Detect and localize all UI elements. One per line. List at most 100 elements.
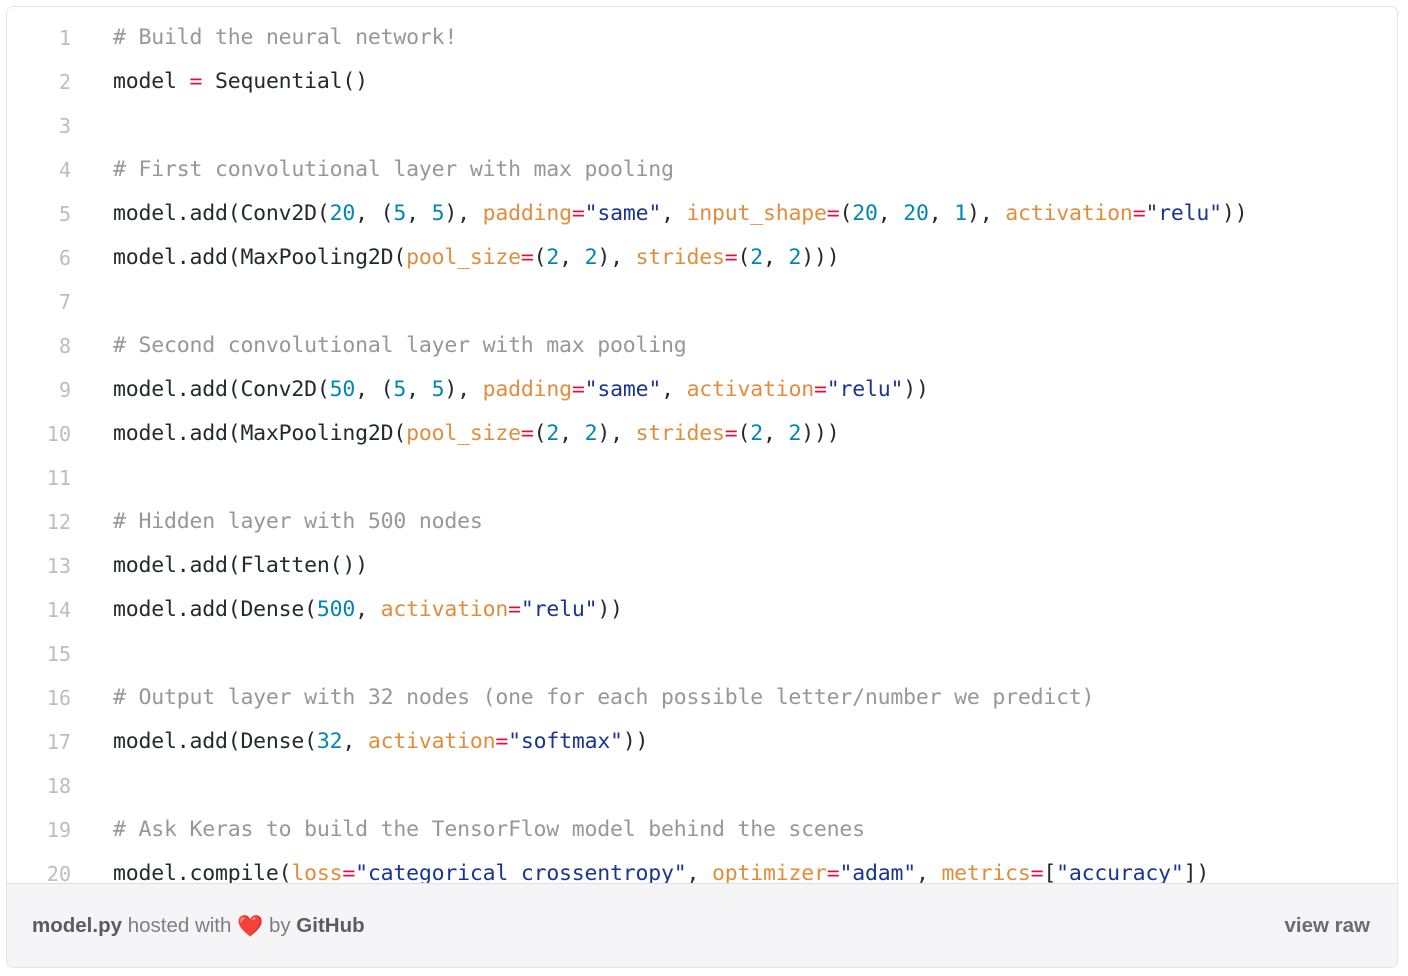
code-line-row: 6 model.add(MaxPooling2D(pool_size=(2, 2)… xyxy=(7,236,1397,280)
code-line-content[interactable] xyxy=(93,456,1397,500)
code-token: = xyxy=(571,377,585,402)
code-token: "categorical_crossentropy" xyxy=(355,861,687,883)
code-scroll-area[interactable]: 1 # Build the neural network! 2 model = Seq… xyxy=(7,7,1397,883)
code-line-content[interactable]: # Build the neural network! xyxy=(93,16,1397,60)
code-line-content[interactable]: model.add(Dense(500, activation="relu")) xyxy=(93,588,1397,632)
code-token: ), xyxy=(597,245,636,270)
code-token: 2 xyxy=(788,421,802,446)
code-token: = xyxy=(571,201,585,226)
code-line-row: 16 # Output layer with 32 nodes (one for … xyxy=(7,676,1397,720)
code-token: , xyxy=(342,729,368,754)
code-token: , xyxy=(877,201,904,226)
code-token: 500 xyxy=(316,597,356,622)
code-token: = xyxy=(826,201,840,226)
line-number: 5 xyxy=(58,202,71,226)
code-token: "relu" xyxy=(1145,201,1222,226)
code-token: model.add(MaxPooling2D( xyxy=(113,421,407,446)
code-token: = xyxy=(724,245,738,270)
code-line-row: 3 xyxy=(7,104,1397,148)
code-line-content[interactable]: # Hidden layer with 500 nodes xyxy=(93,500,1397,544)
code-token: )) xyxy=(1221,201,1248,226)
code-token: 2 xyxy=(788,245,802,270)
code-token: , ( xyxy=(355,377,394,402)
code-body: 1 # Build the neural network! 2 model = Seq… xyxy=(7,16,1397,883)
code-token: model.add(MaxPooling2D( xyxy=(113,245,407,270)
code-token: # Hidden layer with 500 nodes xyxy=(113,509,483,534)
code-token: ))) xyxy=(801,245,840,270)
code-line-content[interactable]: # Second convolutional layer with max po… xyxy=(93,324,1397,368)
code-line-row: 13 model.add(Flatten()) xyxy=(7,544,1397,588)
view-raw-link[interactable]: view raw xyxy=(1285,914,1370,938)
code-line-row: 18 xyxy=(7,764,1397,808)
code-token: , xyxy=(915,861,942,883)
code-token: )) xyxy=(597,597,623,622)
line-number: 12 xyxy=(46,510,71,534)
line-number: 20 xyxy=(46,862,71,883)
code-token: 2 xyxy=(750,421,764,446)
line-number: 16 xyxy=(46,686,71,710)
code-token: "relu" xyxy=(520,597,598,622)
code-token: ), xyxy=(444,201,483,226)
code-token: strides xyxy=(635,245,725,270)
code-line-content[interactable]: # Ask Keras to build the TensorFlow mode… xyxy=(93,808,1397,852)
code-line-content[interactable]: model.add(MaxPooling2D(pool_size=(2, 2),… xyxy=(93,412,1397,456)
code-line-content[interactable]: model.add(MaxPooling2D(pool_size=(2, 2),… xyxy=(93,236,1397,280)
code-token: , xyxy=(661,201,687,226)
code-line-row: 8 # Second convolutional layer with max p… xyxy=(7,324,1397,368)
line-number: 19 xyxy=(46,818,71,842)
code-token: model.add(Conv2D( xyxy=(113,377,330,402)
code-line-content[interactable]: model.add(Flatten()) xyxy=(93,544,1397,588)
gist-filename-label: model.py xyxy=(32,913,122,937)
code-line-row: 20 model.compile(loss="categorical_crosse… xyxy=(7,852,1397,883)
code-token: pool_size xyxy=(406,421,521,446)
code-token: 5 xyxy=(431,201,445,226)
code-line-row: 9 model.add(Conv2D(50, (5, 5), padding="s… xyxy=(7,368,1397,412)
gist-host-label: GitHub xyxy=(296,913,365,937)
code-line-content[interactable]: # Output layer with 32 nodes (one for ea… xyxy=(93,676,1397,720)
code-token: 20 xyxy=(903,201,929,226)
code-line-content[interactable] xyxy=(93,280,1397,324)
code-line-content[interactable] xyxy=(93,632,1397,676)
code-line-content[interactable]: model.add(Dense(32, activation="softmax"… xyxy=(93,720,1397,764)
line-number: 3 xyxy=(58,114,71,138)
code-line-content[interactable] xyxy=(93,104,1397,148)
code-token: ( xyxy=(737,421,751,446)
line-number: 17 xyxy=(46,730,71,754)
code-token: , xyxy=(406,201,432,226)
code-token: model.add(Conv2D( xyxy=(113,201,330,226)
code-line-content[interactable]: # First convolutional layer with max poo… xyxy=(93,148,1397,192)
code-token: 5 xyxy=(393,201,407,226)
code-token: activation xyxy=(380,597,509,622)
line-number: 9 xyxy=(58,378,71,402)
code-token: "relu" xyxy=(826,377,904,402)
code-token: loss xyxy=(291,861,343,883)
code-token: , xyxy=(928,201,955,226)
code-token: 2 xyxy=(584,245,598,270)
code-token: ), xyxy=(967,201,1006,226)
code-line-row: 11 xyxy=(7,456,1397,500)
code-line-content[interactable]: model = Sequential() xyxy=(93,60,1397,104)
code-line-row: 1 # Build the neural network! xyxy=(7,16,1397,60)
code-token: ), xyxy=(597,421,636,446)
code-line-row: 19 # Ask Keras to build the TensorFlow mo… xyxy=(7,808,1397,852)
code-token: model.add(Dense( xyxy=(113,597,317,622)
code-line-content[interactable]: model.compile(loss="categorical_crossent… xyxy=(93,852,1397,883)
code-token: = xyxy=(520,245,534,270)
code-line-content[interactable]: model.add(Conv2D(50, (5, 5), padding="sa… xyxy=(93,368,1397,412)
line-number: 11 xyxy=(46,466,71,490)
code-token: 2 xyxy=(546,421,560,446)
code-token: ( xyxy=(839,201,853,226)
code-token: 2 xyxy=(546,245,560,270)
code-token: # Output layer with 32 nodes (one for ea… xyxy=(113,685,1095,710)
gist-footer: model.py hosted with ❤️ by GitHub view r… xyxy=(7,883,1397,967)
code-line-content[interactable] xyxy=(93,764,1397,808)
code-token: "same" xyxy=(584,377,662,402)
code-token: = xyxy=(1030,861,1044,883)
gist-embed-container: 1 # Build the neural network! 2 model = Seq… xyxy=(6,6,1398,968)
line-number: 4 xyxy=(58,158,71,182)
code-token: = xyxy=(1132,201,1146,226)
code-line-content[interactable]: model.add(Conv2D(20, (5, 5), padding="sa… xyxy=(93,192,1397,236)
line-number: 13 xyxy=(46,554,71,578)
code-line-row: 15 xyxy=(7,632,1397,676)
code-token: ))) xyxy=(801,421,840,446)
